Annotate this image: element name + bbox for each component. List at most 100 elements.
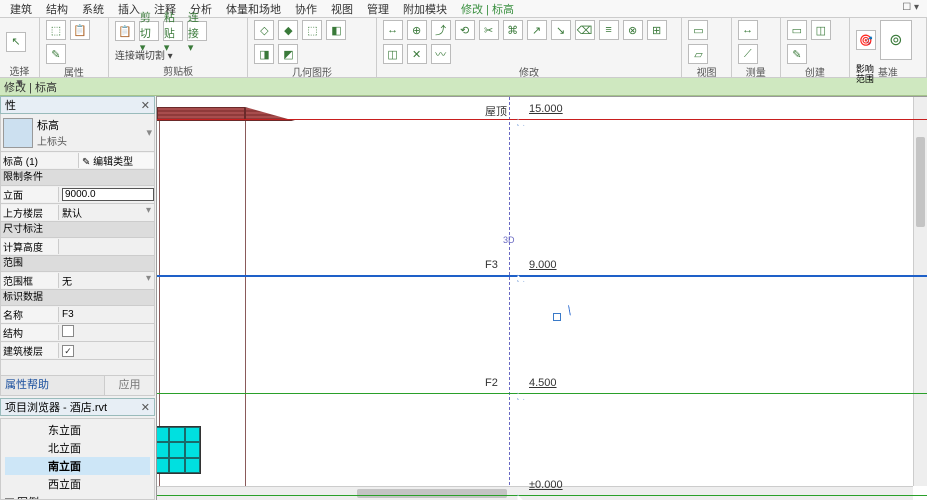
ribbon-button[interactable]: 粘贴 ▾ <box>163 21 183 41</box>
ribbon-button[interactable]: ⊕ <box>407 20 427 40</box>
ribbon-button[interactable]: ✎ <box>46 44 66 64</box>
titlebar-right[interactable]: ☐ ▾ <box>902 2 919 13</box>
ribbon-button[interactable]: 🎯 <box>856 30 876 50</box>
scroll-thumb[interactable] <box>357 489 507 498</box>
level-elevation-value[interactable]: 4.500 <box>529 377 557 389</box>
level-drag-handle[interactable] <box>553 313 561 321</box>
name-input[interactable]: F3 <box>59 309 154 320</box>
level-line[interactable] <box>157 495 927 496</box>
ribbon-button[interactable]: ≡ <box>599 20 619 40</box>
ribbon-button[interactable]: ✂ <box>479 20 499 40</box>
scroll-thumb[interactable] <box>916 137 925 227</box>
browser-tree: 东立面北立面南立面西立面+图例+明细表/数量−图纸 (全部)001 - 总平面图… <box>1 419 154 500</box>
menu-item[interactable]: 视图 <box>331 1 353 17</box>
chevron-down-icon[interactable]: ▾ <box>146 126 152 139</box>
ribbon-button[interactable]: ◆ <box>278 20 298 40</box>
drawing-canvas[interactable]: 3D 屋顶 15.000 F3 9.000 F2 4.500 ±0.000 <box>156 96 927 500</box>
browser-header[interactable]: 项目浏览器 - 酒店.rvt ✕ <box>0 398 155 416</box>
menu-item[interactable]: 结构 <box>46 1 68 17</box>
close-icon[interactable]: ✕ <box>141 99 150 112</box>
ribbon-button[interactable]: ⊞ <box>647 20 667 40</box>
menu-item[interactable]: 协作 <box>295 1 317 17</box>
level-elevation-value[interactable]: ±0.000 <box>529 479 563 491</box>
ribbon-button[interactable]: ⌘ <box>503 20 523 40</box>
type-selector[interactable]: 标高 上标头 ▾ <box>0 114 155 152</box>
ribbon-button[interactable]: ⟋ <box>738 44 758 64</box>
level-head-icon[interactable] <box>513 117 527 127</box>
ribbon-button[interactable]: ✎ <box>787 44 807 64</box>
ribbon-button[interactable]: ◨ <box>254 44 274 64</box>
ribbon-button[interactable]: 📋 <box>70 20 90 40</box>
tree-item[interactable]: 南立面 <box>5 457 150 475</box>
level-line[interactable] <box>157 393 927 394</box>
ribbon-button[interactable]: 📋 <box>115 21 135 41</box>
level-line[interactable] <box>157 119 927 120</box>
tree-label: 图例 <box>17 494 39 500</box>
level-name[interactable]: F3 <box>485 259 498 271</box>
ribbon-button[interactable]: ⟲ <box>455 20 475 40</box>
box-select[interactable]: 无 <box>59 273 154 288</box>
ribbon-button[interactable]: ↖ <box>6 32 26 52</box>
ribbon-button[interactable]: ◧ <box>326 20 346 40</box>
ribbon-button[interactable]: 〰 <box>431 44 451 64</box>
project-browser[interactable]: 东立面北立面南立面西立面+图例+明细表/数量−图纸 (全部)001 - 总平面图… <box>0 418 155 500</box>
type-name: 标高 <box>37 117 142 133</box>
menu-item[interactable]: 建筑 <box>10 1 32 17</box>
scrollbar-vertical[interactable] <box>913 97 927 486</box>
legend-curtain-panel[interactable] <box>156 426 201 474</box>
ribbon-button[interactable]: ✕ <box>407 44 427 64</box>
scope-button[interactable]: ⊚ <box>880 20 912 60</box>
menu-item[interactable]: 管理 <box>367 1 389 17</box>
row-name: 名称 F3 <box>0 306 155 324</box>
menu-item[interactable]: 修改 | 标高 <box>461 1 514 17</box>
menu-item[interactable]: 附加模块 <box>403 1 447 17</box>
struct-checkbox[interactable] <box>62 325 74 337</box>
ribbon-button[interactable]: ⤴ <box>431 20 451 40</box>
ribbon-button[interactable]: ◇ <box>254 20 274 40</box>
ribbon-button[interactable]: 连接 ▾ <box>187 21 207 41</box>
close-icon[interactable]: ✕ <box>141 401 150 414</box>
above-select[interactable]: 默认 <box>59 205 154 220</box>
edit-type-button[interactable]: ✎ 编辑类型 <box>79 153 154 168</box>
ribbon-button[interactable]: ⬚ <box>46 20 66 40</box>
ribbon-button[interactable]: 剪切 ▾ <box>139 21 159 41</box>
tree-item[interactable]: +图例 <box>5 493 150 500</box>
ribbon-button[interactable]: ↘ <box>551 20 571 40</box>
level-head-icon[interactable] <box>513 273 527 283</box>
level-head-icon[interactable] <box>513 493 527 500</box>
tree-item[interactable]: 北立面 <box>5 439 150 457</box>
properties-help-link[interactable]: 属性帮助 <box>1 376 104 395</box>
level-name[interactable]: F2 <box>485 377 498 389</box>
menu-item[interactable]: 系统 <box>82 1 104 17</box>
ribbon-button[interactable]: ◩ <box>278 44 298 64</box>
ribbon-button[interactable]: ◫ <box>811 20 831 40</box>
properties-header[interactable]: 性 ✕ <box>0 96 155 114</box>
level-line[interactable] <box>157 275 927 277</box>
instance-count[interactable]: 标高 (1) <box>1 153 79 168</box>
level-elevation-value[interactable]: 9.000 <box>529 259 557 271</box>
menu-item[interactable]: 插入 <box>118 1 140 17</box>
apply-button[interactable]: 应用 <box>104 376 154 395</box>
ribbon-button[interactable]: ↔ <box>738 20 758 40</box>
ribbon-button[interactable]: ⌫ <box>575 20 595 40</box>
ribbon-text-button[interactable]: 连接端切割 ▾ <box>115 47 173 62</box>
ribbon-button[interactable]: ⊗ <box>623 20 643 40</box>
ribbon-button[interactable]: ▭ <box>688 20 708 40</box>
ribbon-button[interactable]: ◫ <box>383 44 403 64</box>
elevation-input[interactable] <box>62 188 154 201</box>
ribbon-button[interactable]: ▱ <box>688 44 708 64</box>
ribbon-button[interactable]: ⬚ <box>302 20 322 40</box>
tree-item[interactable]: 东立面 <box>5 421 150 439</box>
level-elevation-value[interactable]: 15.000 <box>529 103 563 115</box>
tree-item[interactable]: 西立面 <box>5 475 150 493</box>
grid-centerline[interactable] <box>509 97 510 500</box>
level-name[interactable]: 屋顶 <box>485 103 507 119</box>
story-checkbox[interactable] <box>62 345 74 357</box>
level-head-icon[interactable] <box>513 391 527 401</box>
ribbon-button[interactable]: ↔ <box>383 20 403 40</box>
ribbon-group: ⬚📋✎属性 <box>40 18 109 77</box>
ribbon-button[interactable]: ↗ <box>527 20 547 40</box>
ribbon-button[interactable]: ▭ <box>787 20 807 40</box>
3d-toggle[interactable]: 3D <box>503 235 515 245</box>
menu-item[interactable]: 体量和场地 <box>226 1 281 17</box>
